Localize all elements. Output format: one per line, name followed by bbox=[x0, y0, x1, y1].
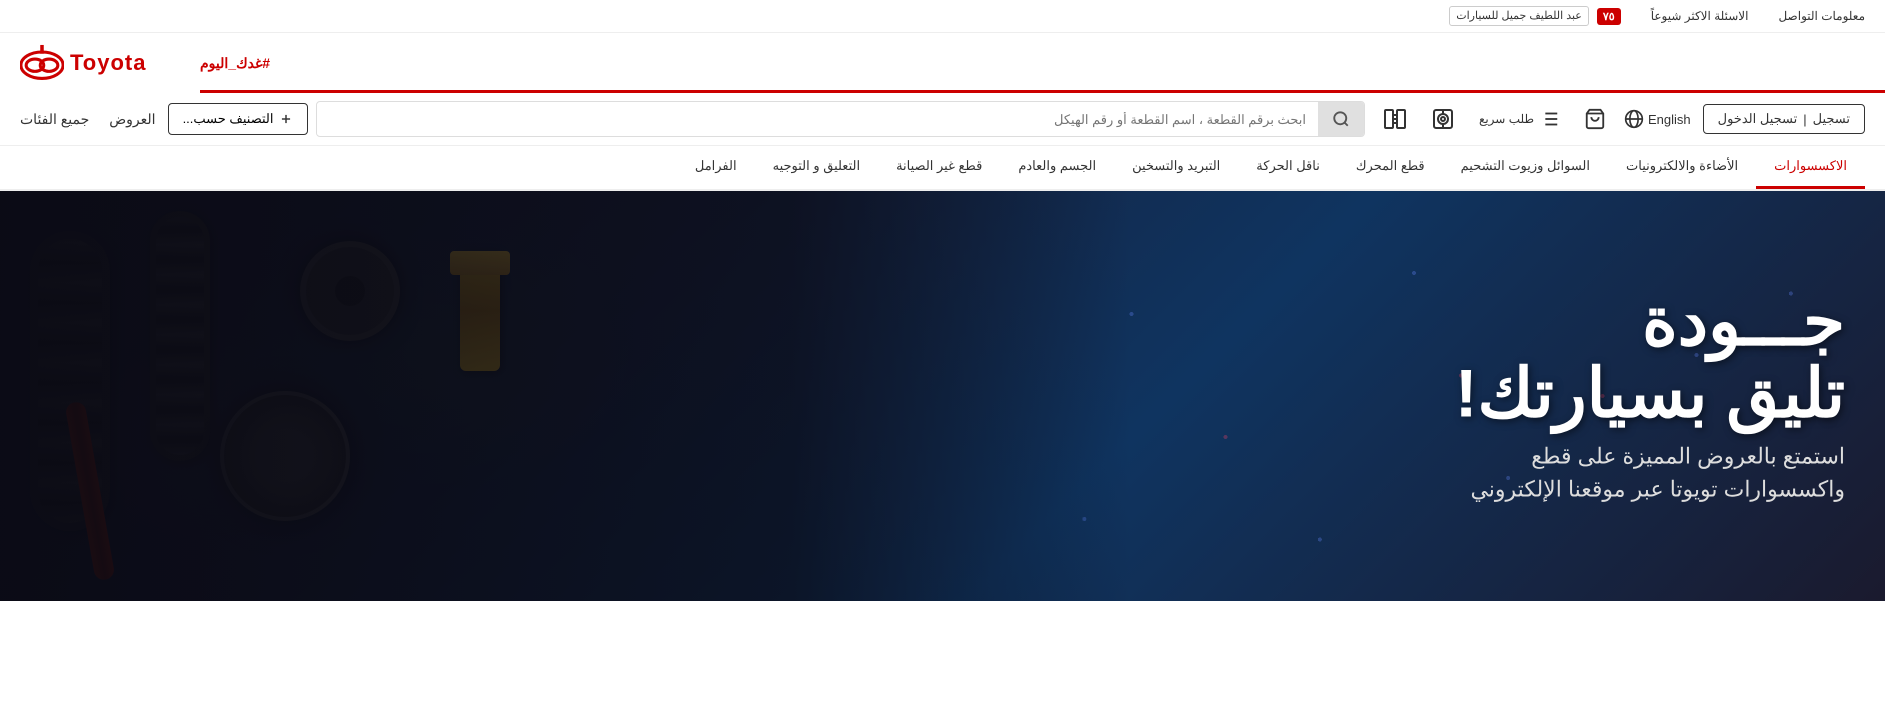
all-categories-link[interactable]: جميع الفئات bbox=[20, 111, 89, 128]
cat-nav-item-3[interactable]: قطع المحرك bbox=[1338, 146, 1443, 189]
cat-nav-item-1[interactable]: الأضاءة والالكترونيات bbox=[1608, 146, 1756, 189]
list-icon bbox=[1538, 108, 1560, 130]
search-main bbox=[316, 101, 1364, 137]
hashtag-label[interactable]: #غدك_اليوم bbox=[200, 55, 270, 72]
offers-link[interactable]: العروض bbox=[109, 111, 155, 128]
toyota-wordmark: Toyota bbox=[70, 50, 146, 76]
navbar: تسجيل | تسجيل الدخول English طلب سريع bbox=[0, 93, 1885, 146]
header-right: #غدك_اليوم bbox=[200, 55, 1865, 72]
compare-icon bbox=[1383, 107, 1407, 131]
anniversary-badge: ٧٥ bbox=[1597, 8, 1621, 25]
cat-nav-item-9[interactable]: الفرامل bbox=[677, 146, 755, 189]
search-area: التصنيف حسب... bbox=[168, 101, 1365, 137]
hero-text: جـــودة تليق بسيارتك! استمتع بالعروض الم… bbox=[1455, 287, 1845, 506]
cart-button[interactable] bbox=[1578, 104, 1612, 134]
cat-nav-item-7[interactable]: قطع غير الصيانة bbox=[878, 146, 1000, 189]
cat-nav-item-8[interactable]: التعليق و التوجيه bbox=[755, 146, 878, 189]
language-button[interactable]: English bbox=[1624, 109, 1691, 129]
header-red-line bbox=[200, 90, 1885, 93]
scan-button[interactable] bbox=[1425, 103, 1461, 135]
nav-links: العروض جميع الفئات bbox=[20, 111, 156, 128]
classify-button[interactable]: التصنيف حسب... bbox=[168, 103, 309, 135]
toyota-logo-icon bbox=[20, 43, 64, 83]
compare-button[interactable] bbox=[1377, 103, 1413, 135]
search-input[interactable] bbox=[317, 104, 1317, 135]
quick-order-button[interactable]: طلب سريع bbox=[1473, 104, 1566, 134]
search-submit-button[interactable] bbox=[1318, 102, 1364, 136]
hero-title: جـــودة تليق بسيارتك! bbox=[1455, 287, 1845, 430]
al-logo: عبد اللطيف جميل للسيارات bbox=[1449, 6, 1589, 26]
scan-icon bbox=[1431, 107, 1455, 131]
hero-overlay bbox=[0, 191, 1131, 601]
auth-button[interactable]: تسجيل | تسجيل الدخول bbox=[1703, 104, 1865, 134]
hero-banner: جـــودة تليق بسيارتك! استمتع بالعروض الم… bbox=[0, 191, 1885, 601]
cat-nav-item-5[interactable]: التبريد والتسخين bbox=[1114, 146, 1238, 189]
search-icon bbox=[1332, 110, 1350, 128]
cat-nav-item-0[interactable]: الاكسسوارات bbox=[1756, 146, 1865, 189]
cat-nav-item-2[interactable]: السوائل وزيوت التشحيم bbox=[1443, 146, 1608, 189]
hero-subtitle: استمتع بالعروض المميزة على قطع واكسسوارا… bbox=[1455, 440, 1845, 506]
top-bar: عبد اللطيف جميل للسيارات ٧٥ الاسئلة الاك… bbox=[0, 0, 1885, 33]
logo-area: Toyota bbox=[20, 43, 200, 83]
globe-icon bbox=[1624, 109, 1644, 129]
cat-nav-item-4[interactable]: ناقل الحركة bbox=[1238, 146, 1338, 189]
brand-logo-area: عبد اللطيف جميل للسيارات ٧٥ bbox=[1449, 6, 1620, 26]
category-nav: الاكسسواراتالأضاءة والالكترونياتالسوائل … bbox=[0, 146, 1885, 191]
contact-link[interactable]: معلومات التواصل bbox=[1778, 9, 1865, 23]
faq-link[interactable]: الاسئلة الاكثر شيوعاً bbox=[1651, 9, 1749, 23]
plus-icon bbox=[279, 112, 293, 126]
header: Toyota #غدك_اليوم bbox=[0, 33, 1885, 93]
cat-nav-item-6[interactable]: الجسم والعادم bbox=[1000, 146, 1114, 189]
cart-icon bbox=[1584, 108, 1606, 130]
